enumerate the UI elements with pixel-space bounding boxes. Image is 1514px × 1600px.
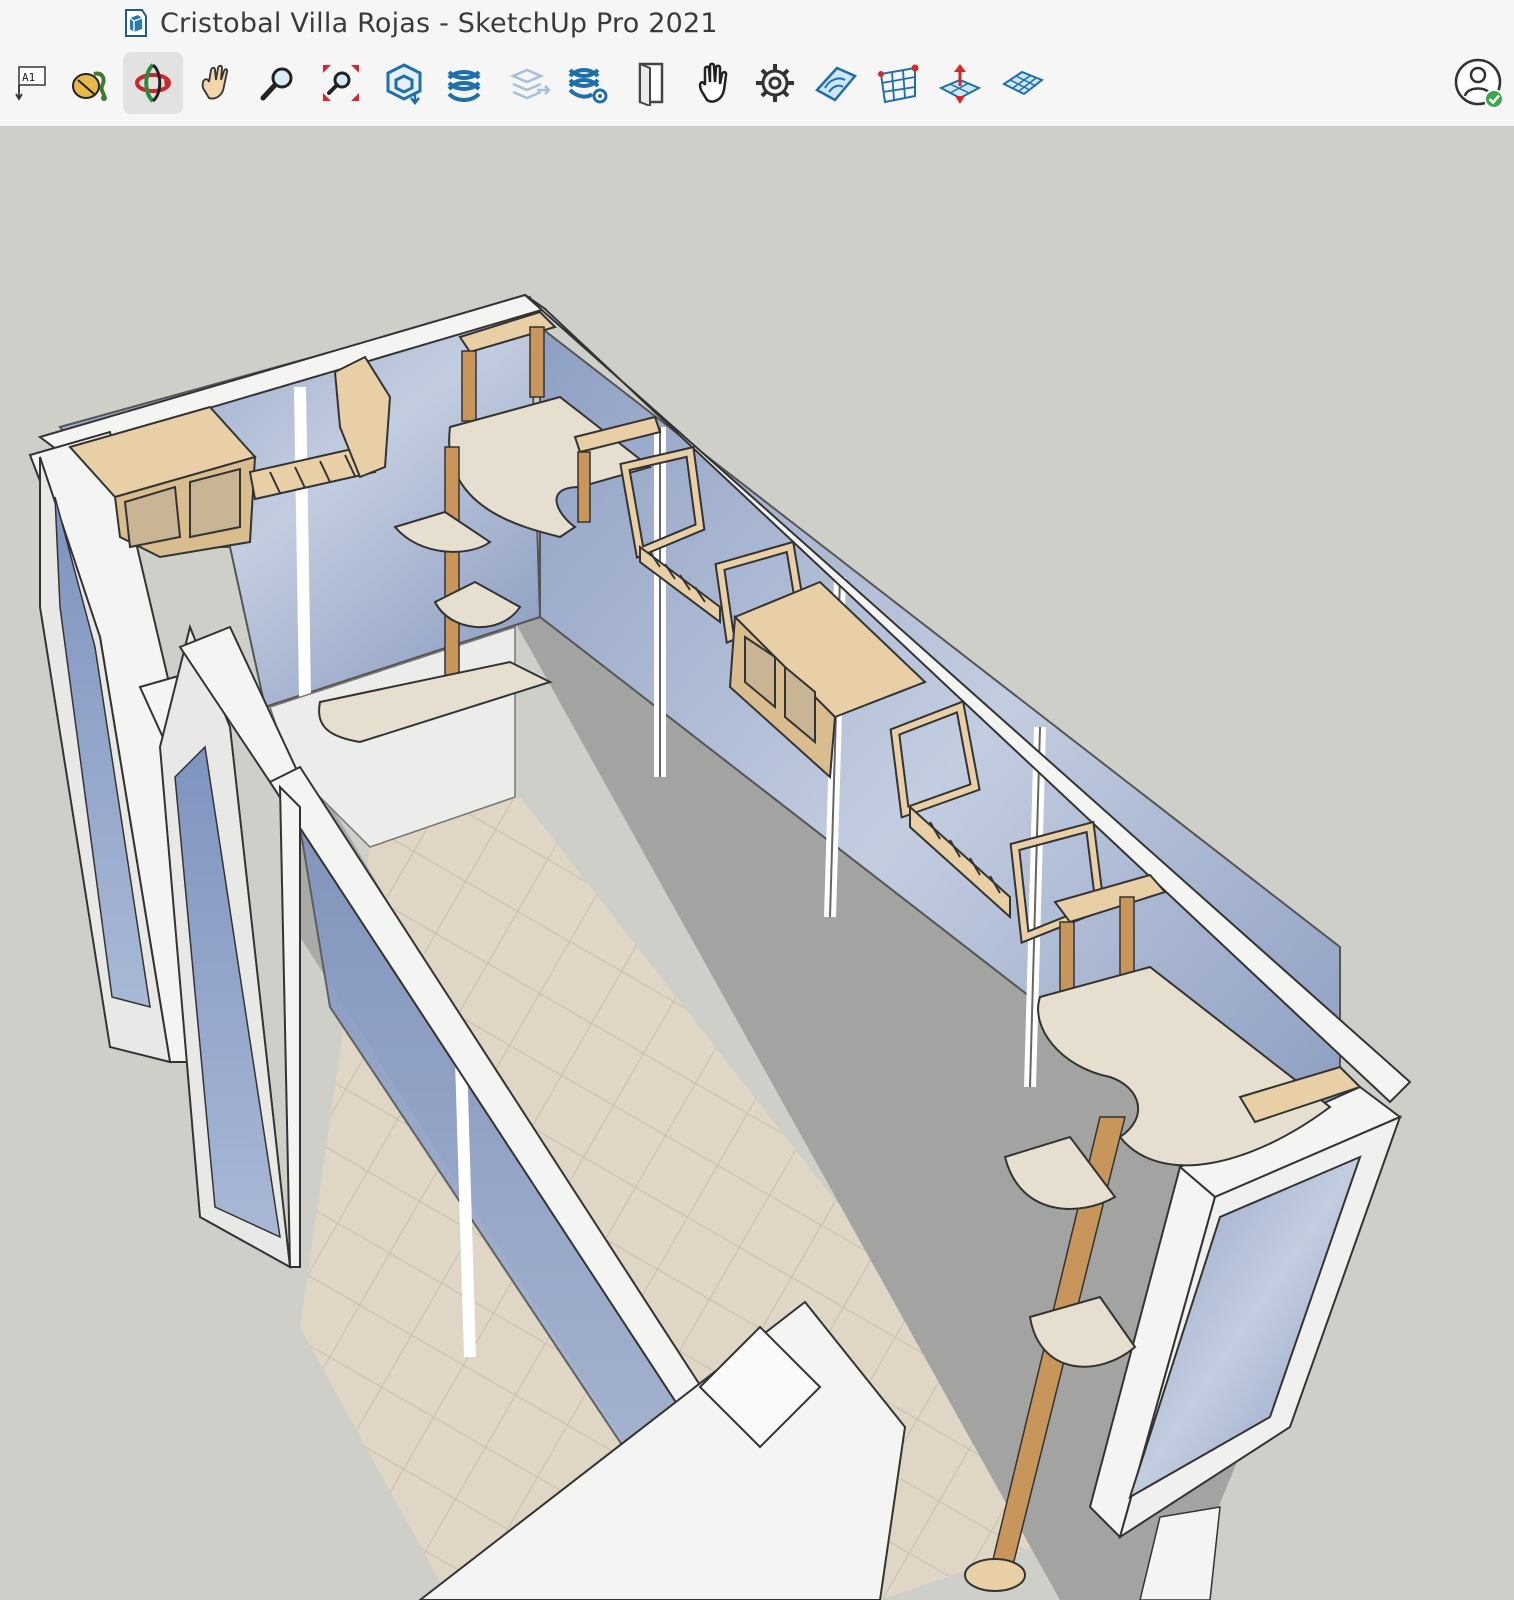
text-label-icon: A1 (15, 66, 46, 101)
window-title: Cristobal Villa Rojas - SketchUp Pro 202… (160, 8, 718, 39)
layer-transfer-button[interactable] (500, 52, 560, 114)
model-viewport[interactable] (0, 127, 1514, 1600)
zoom-icon (260, 67, 293, 101)
zoom-button[interactable] (248, 52, 308, 114)
zoom-extents-icon (323, 65, 359, 101)
orbit-button[interactable] (123, 52, 183, 114)
pan-hand-icon (201, 64, 229, 100)
hand-stop-icon (698, 62, 728, 103)
paint-bucket-button[interactable] (59, 52, 119, 114)
model-info-icon (386, 63, 422, 106)
stop-hand-button[interactable] (682, 52, 742, 114)
title-bar: Cristobal Villa Rojas - SketchUp Pro 202… (0, 0, 1514, 46)
sketchup-logo-icon (120, 8, 148, 38)
sandbox-contour-icon (815, 66, 858, 102)
settings-button[interactable] (745, 52, 805, 114)
paint-bucket-icon (72, 71, 107, 101)
signed-in-check-icon (1484, 89, 1504, 109)
balcony-catwalk-model (28, 293, 1412, 1600)
layers-icon (447, 70, 481, 102)
smoove-icon (938, 64, 982, 104)
user-account-button[interactable] (1452, 54, 1508, 114)
user-account-icon (1454, 58, 1504, 109)
drape-mesh-icon (1002, 70, 1044, 96)
door-icon (638, 62, 664, 106)
model-info-button[interactable] (374, 52, 434, 114)
orbit-icon (135, 63, 171, 103)
sandbox-grid-icon (878, 64, 919, 104)
svg-text:A1: A1 (22, 71, 35, 84)
sandbox-from-contours-button[interactable] (806, 52, 866, 114)
pan-button[interactable] (186, 52, 246, 114)
layer-settings-button[interactable] (557, 52, 617, 114)
layers-disabled-icon (509, 68, 551, 100)
drape-button[interactable] (993, 52, 1053, 114)
sandbox-from-scratch-button[interactable] (868, 52, 928, 114)
settings-gear-icon (756, 64, 794, 102)
large-toolset-toolbar: A1 (0, 46, 1514, 127)
zoom-extents-button[interactable] (311, 52, 371, 114)
door-button[interactable] (621, 52, 681, 114)
smoove-button[interactable] (930, 52, 990, 114)
text-tool-button[interactable]: A1 (2, 52, 62, 114)
layer-settings-icon (568, 68, 608, 104)
layers-button[interactable] (434, 52, 494, 114)
